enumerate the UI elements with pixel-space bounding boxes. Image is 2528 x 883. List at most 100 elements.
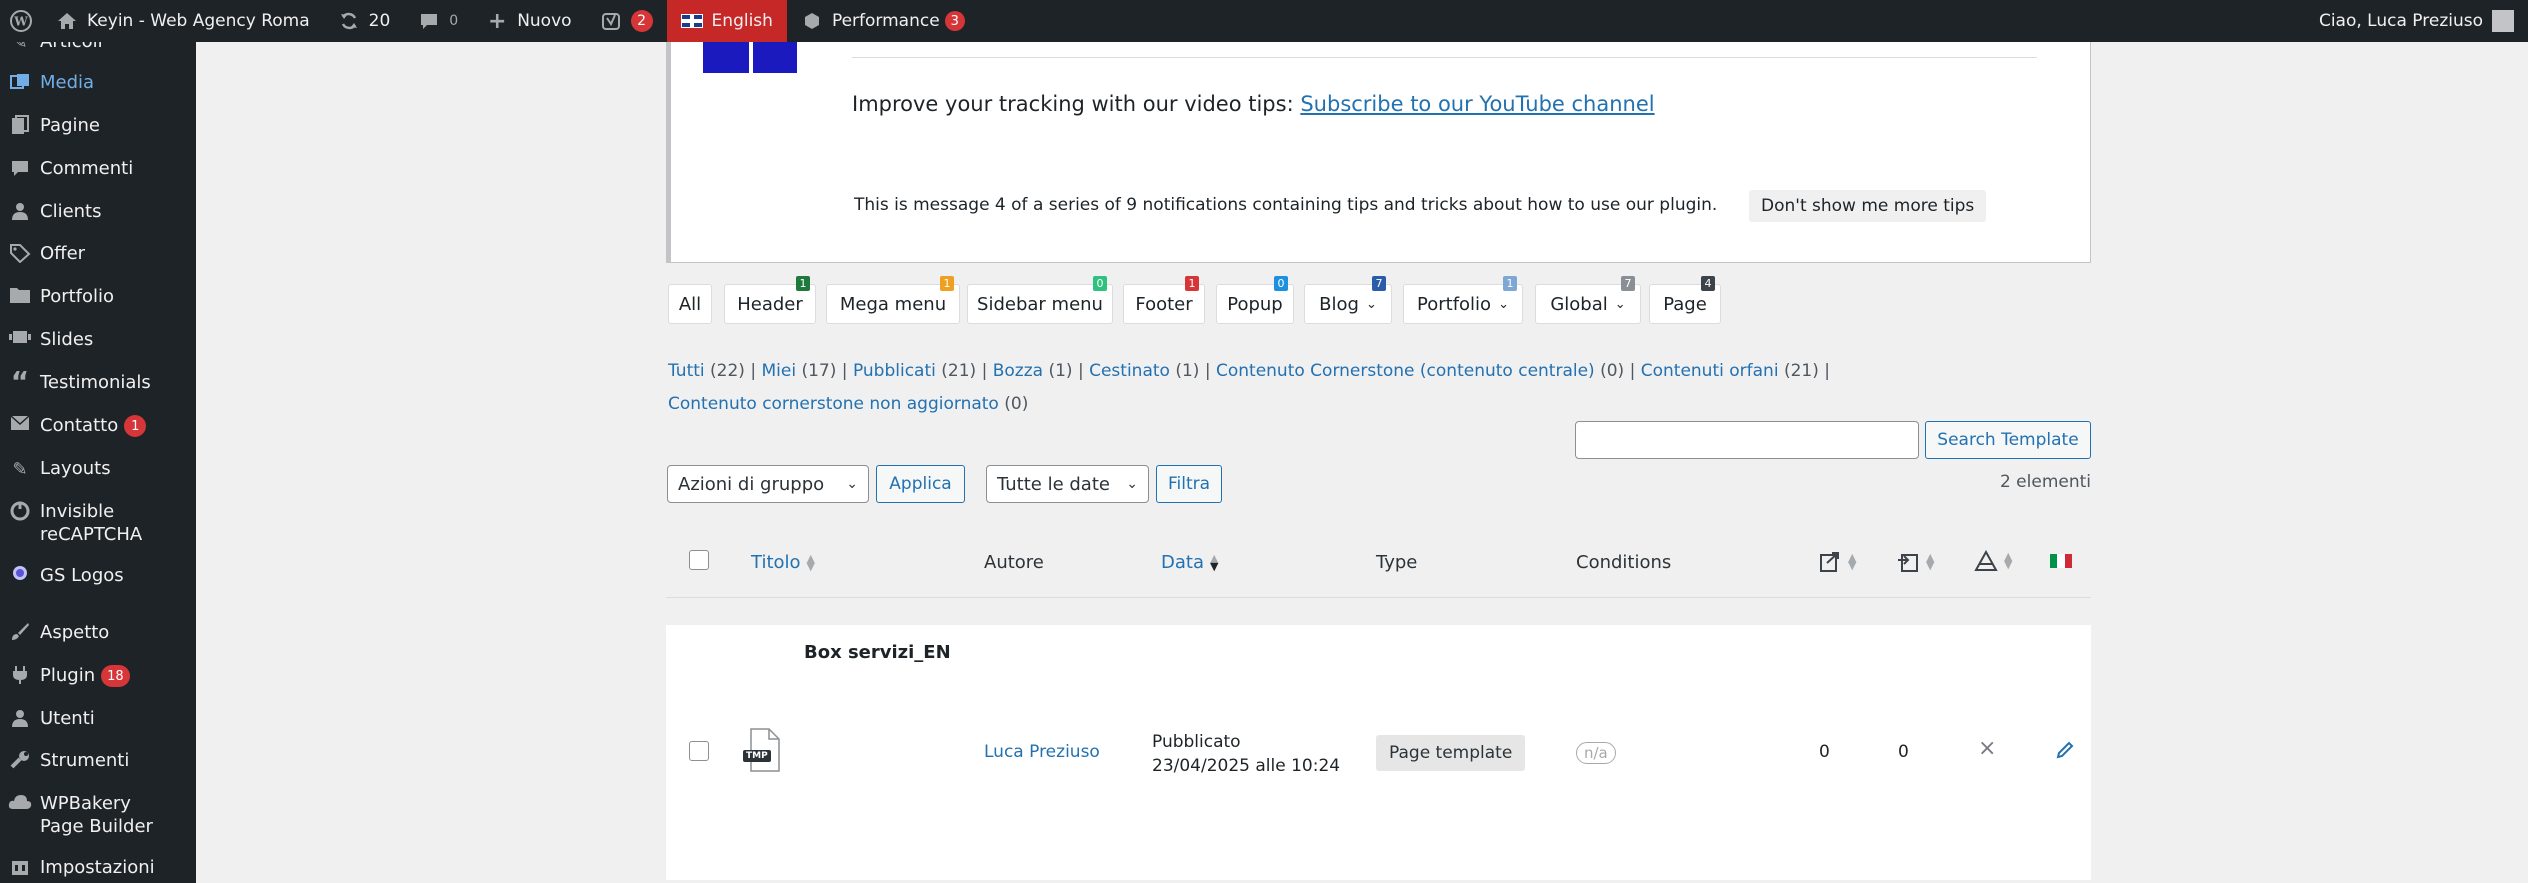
sidebar-item-aspetto[interactable]: Aspetto — [0, 621, 196, 644]
column-seo-score[interactable]: ▲ ▼ — [1974, 550, 2012, 572]
yoast-count: 2 — [630, 10, 653, 32]
sidebar-item-strumenti[interactable]: Strumenti — [0, 749, 196, 772]
admin-sidebar: ✎ Articoli Media Pagine Commenti Clients… — [0, 42, 196, 883]
row-author-link[interactable]: Luca Preziuso — [984, 742, 1100, 762]
admin-bar: W Keyin - Web Agency Roma 20 0 + Nuovo 2… — [0, 0, 2528, 42]
status-views-row2: Contenuto cornerstone non aggiornato (0) — [668, 394, 1029, 414]
refresh-icon — [338, 10, 360, 32]
tab-page[interactable]: Page 4 — [1649, 276, 1721, 324]
notice-divider — [852, 57, 2037, 58]
tag-icon — [0, 242, 40, 263]
date-filter-select[interactable]: Tutte le date ⌄ — [986, 465, 1149, 503]
page-icon — [0, 114, 40, 135]
view-pubblicati[interactable]: Pubblicati — [853, 361, 936, 381]
sort-icon: ▲ ▼ — [2004, 550, 2013, 571]
site-name-link[interactable]: Keyin - Web Agency Roma — [42, 0, 324, 42]
sidebar-item-layouts[interactable]: ✎ Layouts — [0, 457, 196, 481]
home-icon — [56, 10, 78, 32]
new-content-link[interactable]: + Nuovo — [472, 0, 585, 42]
dismiss-tips-button[interactable]: Don't show me more tips — [1749, 190, 1987, 222]
tab-header-count: 1 — [796, 276, 810, 291]
sidebar-item-portfolio[interactable]: Portfolio — [0, 285, 196, 308]
column-date[interactable]: Data ▲ ▼ — [1161, 552, 1218, 573]
bulk-actions-select[interactable]: Azioni di gruppo ⌄ — [667, 465, 869, 503]
tab-portfolio-count: 1 — [1503, 276, 1517, 291]
edit-translation-pencil-icon[interactable] — [2056, 741, 2074, 763]
tab-portfolio[interactable]: Portfolio ⌄ 1 — [1403, 276, 1523, 324]
notice-logo-part — [753, 42, 797, 73]
language-label: English — [711, 11, 773, 31]
sidebar-item-articoli[interactable]: ✎ Articoli — [0, 42, 196, 54]
sidebar-item-pagine[interactable]: Pagine — [0, 114, 196, 137]
sidebar-item-testimonials[interactable]: “ Testimonials — [0, 365, 196, 398]
row-title[interactable]: Box servizi_EN — [804, 642, 951, 663]
youtube-subscribe-link[interactable]: Subscribe to our YouTube channel — [1300, 92, 1654, 116]
search-template-button[interactable]: Search Template — [1925, 421, 2091, 459]
view-bozza[interactable]: Bozza — [993, 361, 1043, 381]
tab-global[interactable]: Global ⌄ 7 — [1535, 276, 1641, 324]
apply-button[interactable]: Applica — [876, 465, 965, 503]
tab-blog-count: 7 — [1372, 276, 1386, 291]
view-tutti[interactable]: Tutti — [668, 361, 705, 381]
sidebar-item-invisible-recaptcha[interactable]: Invisible reCAPTCHA — [0, 500, 196, 546]
performance-icon — [801, 10, 823, 32]
outgoing-links-count: 0 — [1819, 742, 1830, 762]
column-outgoing-links[interactable]: ▲ ▼ — [1818, 550, 1856, 574]
table-header: Titolo ▲ ▼ Autore Data ▲ ▼ Type Conditions… — [666, 528, 2091, 598]
wrench-icon — [0, 749, 40, 770]
pencil-icon: ✎ — [12, 459, 28, 480]
notice-message: This is message 4 of a series of 9 notif… — [854, 195, 1718, 215]
comments-count: 0 — [449, 13, 459, 29]
column-incoming-links[interactable]: ▲ ▼ — [1896, 550, 1934, 574]
sidebar-item-gs-logos[interactable]: GS Logos — [0, 564, 196, 587]
table-row: Box servizi_EN TMP Luca Preziuso Pubblic… — [666, 625, 2091, 880]
sidebar-item-slides[interactable]: Slides — [0, 328, 196, 351]
logos-icon — [0, 564, 40, 581]
sidebar-item-media[interactable]: Media — [0, 71, 196, 94]
wordpress-logo-button[interactable]: W — [0, 0, 42, 42]
sidebar-item-commenti[interactable]: Commenti — [0, 157, 196, 180]
tab-sidebar-menu[interactable]: Sidebar menu 0 — [967, 276, 1113, 324]
view-cornerstone-non-aggiornato[interactable]: Contenuto cornerstone non aggiornato — [668, 394, 999, 414]
svg-text:W: W — [13, 15, 28, 29]
comment-icon — [0, 157, 40, 178]
sidebar-item-offer[interactable]: Offer — [0, 242, 196, 265]
view-cestinato[interactable]: Cestinato — [1089, 361, 1170, 381]
select-all-checkbox[interactable] — [689, 550, 709, 570]
column-title[interactable]: Titolo ▲ ▼ — [751, 552, 815, 573]
sidebar-item-wpbakery[interactable]: WPBakery Page Builder — [0, 792, 196, 838]
tab-page-count: 4 — [1701, 276, 1715, 291]
tab-all[interactable]: All — [668, 284, 712, 324]
media-icon — [0, 71, 40, 92]
search-input[interactable] — [1575, 421, 1919, 459]
sidebar-item-plugin[interactable]: Plugin 18 — [0, 664, 196, 687]
sidebar-item-impostazioni[interactable]: Impostazioni — [0, 856, 196, 879]
tab-footer[interactable]: Footer 1 — [1123, 276, 1205, 324]
view-cornerstone[interactable]: Contenuto Cornerstone (contenuto central… — [1216, 361, 1595, 381]
user-account-menu[interactable]: Ciao, Luca Preziuso — [2305, 0, 2528, 42]
sidebar-item-clients[interactable]: Clients — [0, 200, 196, 223]
comments-link[interactable]: 0 — [404, 0, 472, 42]
view-orfani[interactable]: Contenuti orfani — [1641, 361, 1779, 381]
tab-header[interactable]: Header 1 — [724, 276, 816, 324]
wordpress-icon: W — [10, 10, 32, 32]
chevron-down-icon: ⌄ — [1614, 296, 1626, 312]
performance-count: 3 — [944, 11, 965, 31]
updates-count: 20 — [368, 11, 391, 31]
row-date: Pubblicato 23/04/2025 alle 10:24 — [1152, 732, 1341, 776]
language-switcher[interactable]: English — [666, 0, 787, 42]
pin-icon: ✎ — [12, 42, 28, 53]
updates-link[interactable]: 20 — [324, 0, 405, 42]
sidebar-item-utenti[interactable]: Utenti — [0, 707, 196, 730]
row-checkbox[interactable] — [689, 741, 709, 761]
performance-link[interactable]: Performance 3 — [787, 0, 979, 42]
tab-blog[interactable]: Blog ⌄ 7 — [1304, 276, 1392, 324]
tab-mega-menu[interactable]: Mega menu 1 — [826, 276, 960, 324]
view-miei[interactable]: Miei — [762, 361, 797, 381]
tab-popup[interactable]: Popup 0 — [1216, 276, 1294, 324]
sidebar-item-contatto[interactable]: Contatto 1 — [0, 414, 196, 437]
yoast-link[interactable]: 2 — [586, 0, 667, 42]
quote-icon: “ — [10, 365, 30, 398]
tips-notice: Improve your tracking with our video tip… — [666, 42, 2091, 263]
filter-button[interactable]: Filtra — [1156, 465, 1222, 503]
